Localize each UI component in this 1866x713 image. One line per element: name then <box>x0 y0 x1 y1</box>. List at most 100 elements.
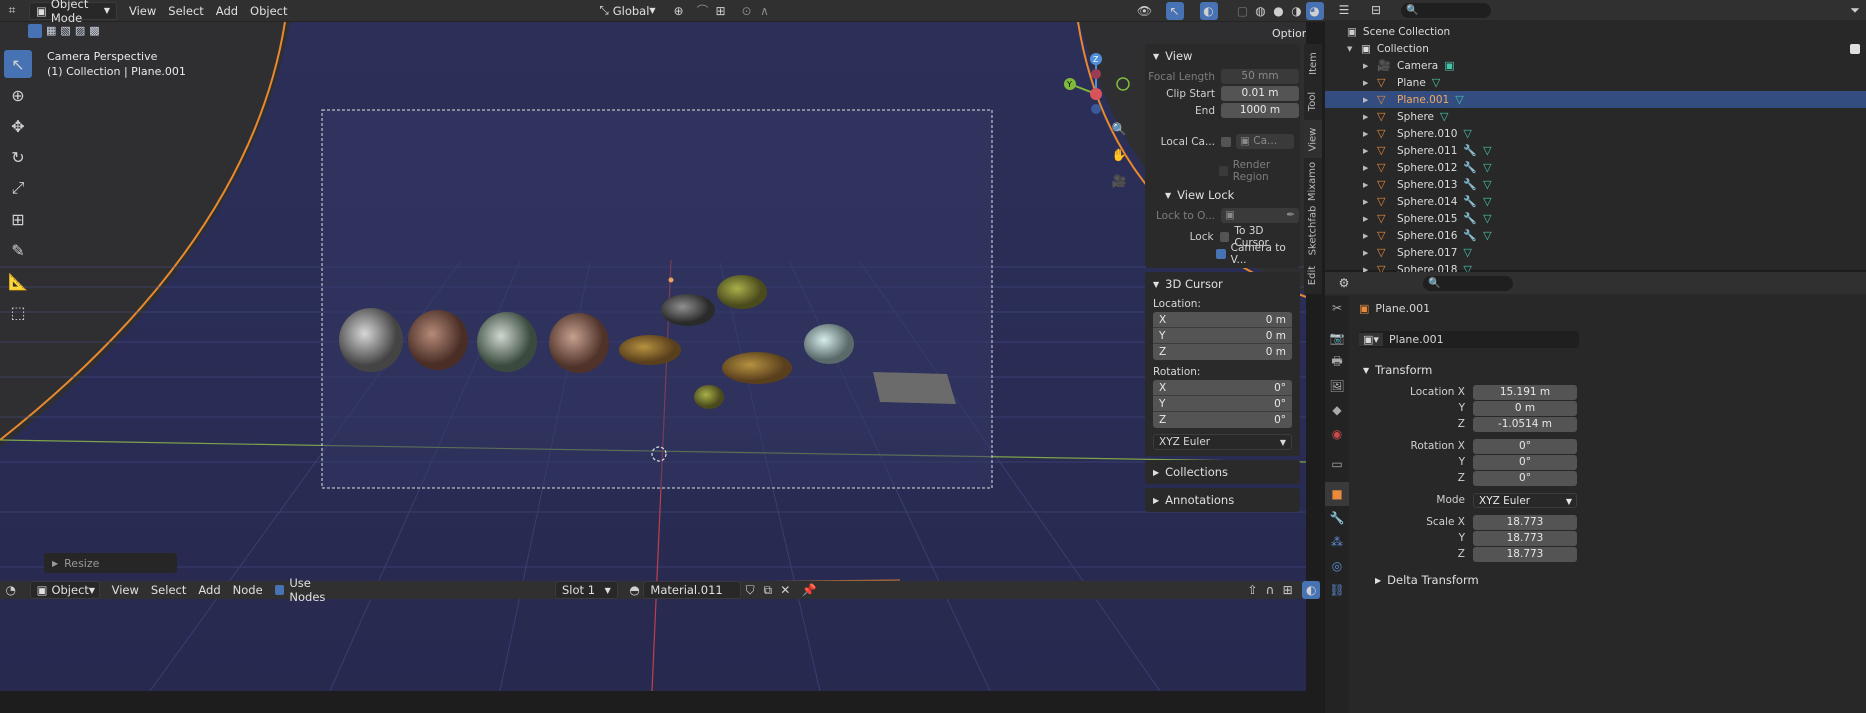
material-name-field[interactable]: Material.011 <box>643 581 742 599</box>
outliner-row-sphere-013[interactable]: ▶ ▽ Sphere.013 🔧 ▽ <box>1325 176 1866 193</box>
falloff-icon[interactable]: ∧ <box>756 2 774 20</box>
wireframe-shading-icon[interactable]: ◍ <box>1252 2 1270 20</box>
cursor-location-y[interactable]: Y0 m <box>1153 328 1292 344</box>
mesh-data-icon[interactable]: ▽ <box>1432 76 1440 89</box>
display-mode-icon[interactable]: ⊟ <box>1367 1 1385 19</box>
snap-icon[interactable]: ⌒ <box>694 2 712 20</box>
outliner-row-sphere-010[interactable]: ▶ ▽ Sphere.010 ▽ <box>1325 125 1866 142</box>
clip-start-field[interactable]: 0.01 m <box>1221 86 1299 101</box>
solid-shading-icon[interactable]: ● <box>1270 2 1288 20</box>
to-3d-cursor-checkbox[interactable] <box>1219 231 1230 242</box>
tab-mixamo[interactable]: Mixamo <box>1304 158 1322 204</box>
3d-cursor-header[interactable]: ▼ 3D Cursor <box>1145 272 1300 296</box>
editor-type-icon[interactable]: ⌗ <box>3 2 21 20</box>
menu-add[interactable]: Add <box>210 2 244 20</box>
unlink-material-icon[interactable]: ✕ <box>777 581 795 599</box>
modifier-icon[interactable]: 🔧 <box>1463 144 1477 157</box>
outliner-search-input[interactable]: 🔍 <box>1401 2 1491 18</box>
expand-right-icon[interactable]: ▶ <box>1363 130 1373 138</box>
modifier-icon[interactable]: 🔧 <box>1463 195 1477 208</box>
outliner-row-plane-001[interactable]: ▶ ▽ Plane.001 ▽ <box>1325 91 1866 108</box>
material-browse-icon[interactable]: ◓ <box>626 581 644 599</box>
modifier-icon[interactable]: 🔧 <box>1463 178 1477 191</box>
outliner-row-sphere-016[interactable]: ▶ ▽ Sphere.016 🔧 ▽ <box>1325 227 1866 244</box>
tab-view[interactable]: View <box>1304 120 1322 158</box>
world-tab-icon[interactable]: ◉ <box>1325 422 1349 446</box>
select-tool-icon[interactable]: ↖ <box>4 50 32 78</box>
location-x-field[interactable]: 15.191 m <box>1473 384 1577 400</box>
mesh-data-icon[interactable]: ▽ <box>1440 110 1448 123</box>
scale-z-field[interactable]: 18.773 <box>1473 546 1577 562</box>
clip-end-field[interactable]: 1000 m <box>1221 103 1299 118</box>
view-lock-header[interactable]: ▼ View Lock <box>1145 183 1300 207</box>
output-tab-icon[interactable]: 🖶 <box>1325 350 1349 374</box>
editor-type-icon[interactable]: ☰ <box>1335 1 1353 19</box>
local-camera-checkbox[interactable] <box>1221 136 1231 147</box>
view-layer-tab-icon[interactable]: 🖼 <box>1325 374 1349 398</box>
menu-add[interactable]: Add <box>192 581 226 599</box>
outliner-row-sphere-015[interactable]: ▶ ▽ Sphere.015 🔧 ▽ <box>1325 210 1866 227</box>
local-camera-field[interactable]: ▣ Ca... <box>1236 134 1294 149</box>
collection-row[interactable]: ▼ ▣ Collection <box>1325 40 1866 57</box>
collections-panel[interactable]: ▶ Collections <box>1145 460 1300 484</box>
scale-tool-icon[interactable]: ⤢ <box>4 174 32 202</box>
expand-right-icon[interactable]: ▶ <box>1363 215 1373 223</box>
rotation-mode-dropdown[interactable]: XYZ Euler ▼ <box>1153 434 1292 450</box>
physics-tab-icon[interactable]: ◎ <box>1325 554 1349 578</box>
expand-right-icon[interactable]: ▶ <box>1363 181 1373 189</box>
menu-node[interactable]: Node <box>227 581 269 599</box>
pin-icon[interactable]: 📌 <box>800 581 818 599</box>
rotation-x-field[interactable]: 0° <box>1473 438 1577 454</box>
expand-right-icon[interactable]: ▶ <box>1363 232 1373 240</box>
mode-dropdown[interactable]: ▣ Object Mode ▼ <box>29 0 117 25</box>
menu-object[interactable]: Object <box>244 2 293 20</box>
rotation-z-field[interactable]: 0° <box>1473 470 1577 486</box>
tab-sketchfab[interactable]: Sketchfab <box>1304 204 1322 256</box>
measure-tool-icon[interactable]: 📐 <box>4 267 32 295</box>
expand-down-icon[interactable]: ▼ <box>1347 45 1357 53</box>
add-cube-tool-icon[interactable]: ⬚ <box>4 298 32 326</box>
expand-right-icon[interactable]: ▶ <box>1363 79 1373 87</box>
options-dropdown[interactable]: Options ▼ <box>1266 24 1306 42</box>
mesh-data-icon[interactable]: ▽ <box>1483 229 1491 242</box>
transform-header[interactable]: ▼ Transform <box>1355 358 1866 382</box>
camera-data-icon[interactable]: ▣ <box>1444 59 1454 72</box>
focal-length-field[interactable]: 50 mm <box>1221 69 1299 84</box>
rotation-y-field[interactable]: 0° <box>1473 454 1577 470</box>
render-region-checkbox[interactable] <box>1219 165 1228 176</box>
expand-right-icon[interactable]: ▶ <box>1363 147 1373 155</box>
expand-right-icon[interactable]: ▶ <box>1363 62 1373 70</box>
editor-type-icon[interactable]: ◔ <box>2 581 20 599</box>
mesh-data-icon[interactable]: ▽ <box>1483 161 1491 174</box>
magnet-icon[interactable]: ∩ <box>1261 581 1279 599</box>
scene-tab-icon[interactable]: ◆ <box>1325 398 1349 422</box>
pivot-icon[interactable]: ⊕ <box>670 2 688 20</box>
particles-tab-icon[interactable]: ⁂ <box>1325 530 1349 554</box>
snap-target-icon[interactable]: ⊞ <box>712 2 730 20</box>
tab-item[interactable]: Item <box>1304 44 1322 82</box>
tab-tool[interactable]: Tool <box>1304 82 1322 120</box>
visibility-icon[interactable]: 👁 <box>1136 2 1154 20</box>
cursor-location-z[interactable]: Z0 m <box>1153 344 1292 360</box>
move-tool-icon[interactable]: ✥ <box>4 112 32 140</box>
view-panel-header[interactable]: ▼ View <box>1145 44 1300 68</box>
menu-select[interactable]: Select <box>162 2 209 20</box>
gizmo-icon[interactable]: ↖ <box>1165 1 1184 20</box>
modifier-tab-icon[interactable]: 🔧 <box>1325 506 1349 530</box>
menu-view[interactable]: View <box>123 2 162 20</box>
expand-right-icon[interactable]: ▶ <box>1363 198 1373 206</box>
tab-edit[interactable]: Edit <box>1304 256 1322 294</box>
camera-view-icon[interactable]: 🎥 <box>1110 172 1128 190</box>
pan-hand-icon[interactable]: ✋ <box>1110 146 1128 164</box>
filter-icon[interactable]: ⏷ <box>1846 1 1864 19</box>
zoom-icon[interactable]: 🔍 <box>1110 120 1128 138</box>
lock-object-field[interactable]: ▣ ✒ <box>1221 208 1299 223</box>
proportional-icon[interactable]: ⊙ <box>738 2 756 20</box>
rotate-tool-icon[interactable]: ↻ <box>4 143 32 171</box>
object-browse-icon[interactable]: ▣▾ <box>1359 333 1383 346</box>
cursor-tool-icon[interactable]: ⊕ <box>4 81 32 109</box>
expand-right-icon[interactable]: ▶ <box>1363 249 1373 257</box>
scale-x-field[interactable]: 18.773 <box>1473 514 1577 530</box>
annotate-tool-icon[interactable]: ✎ <box>4 236 32 264</box>
location-z-field[interactable]: -1.0514 m <box>1473 416 1577 432</box>
